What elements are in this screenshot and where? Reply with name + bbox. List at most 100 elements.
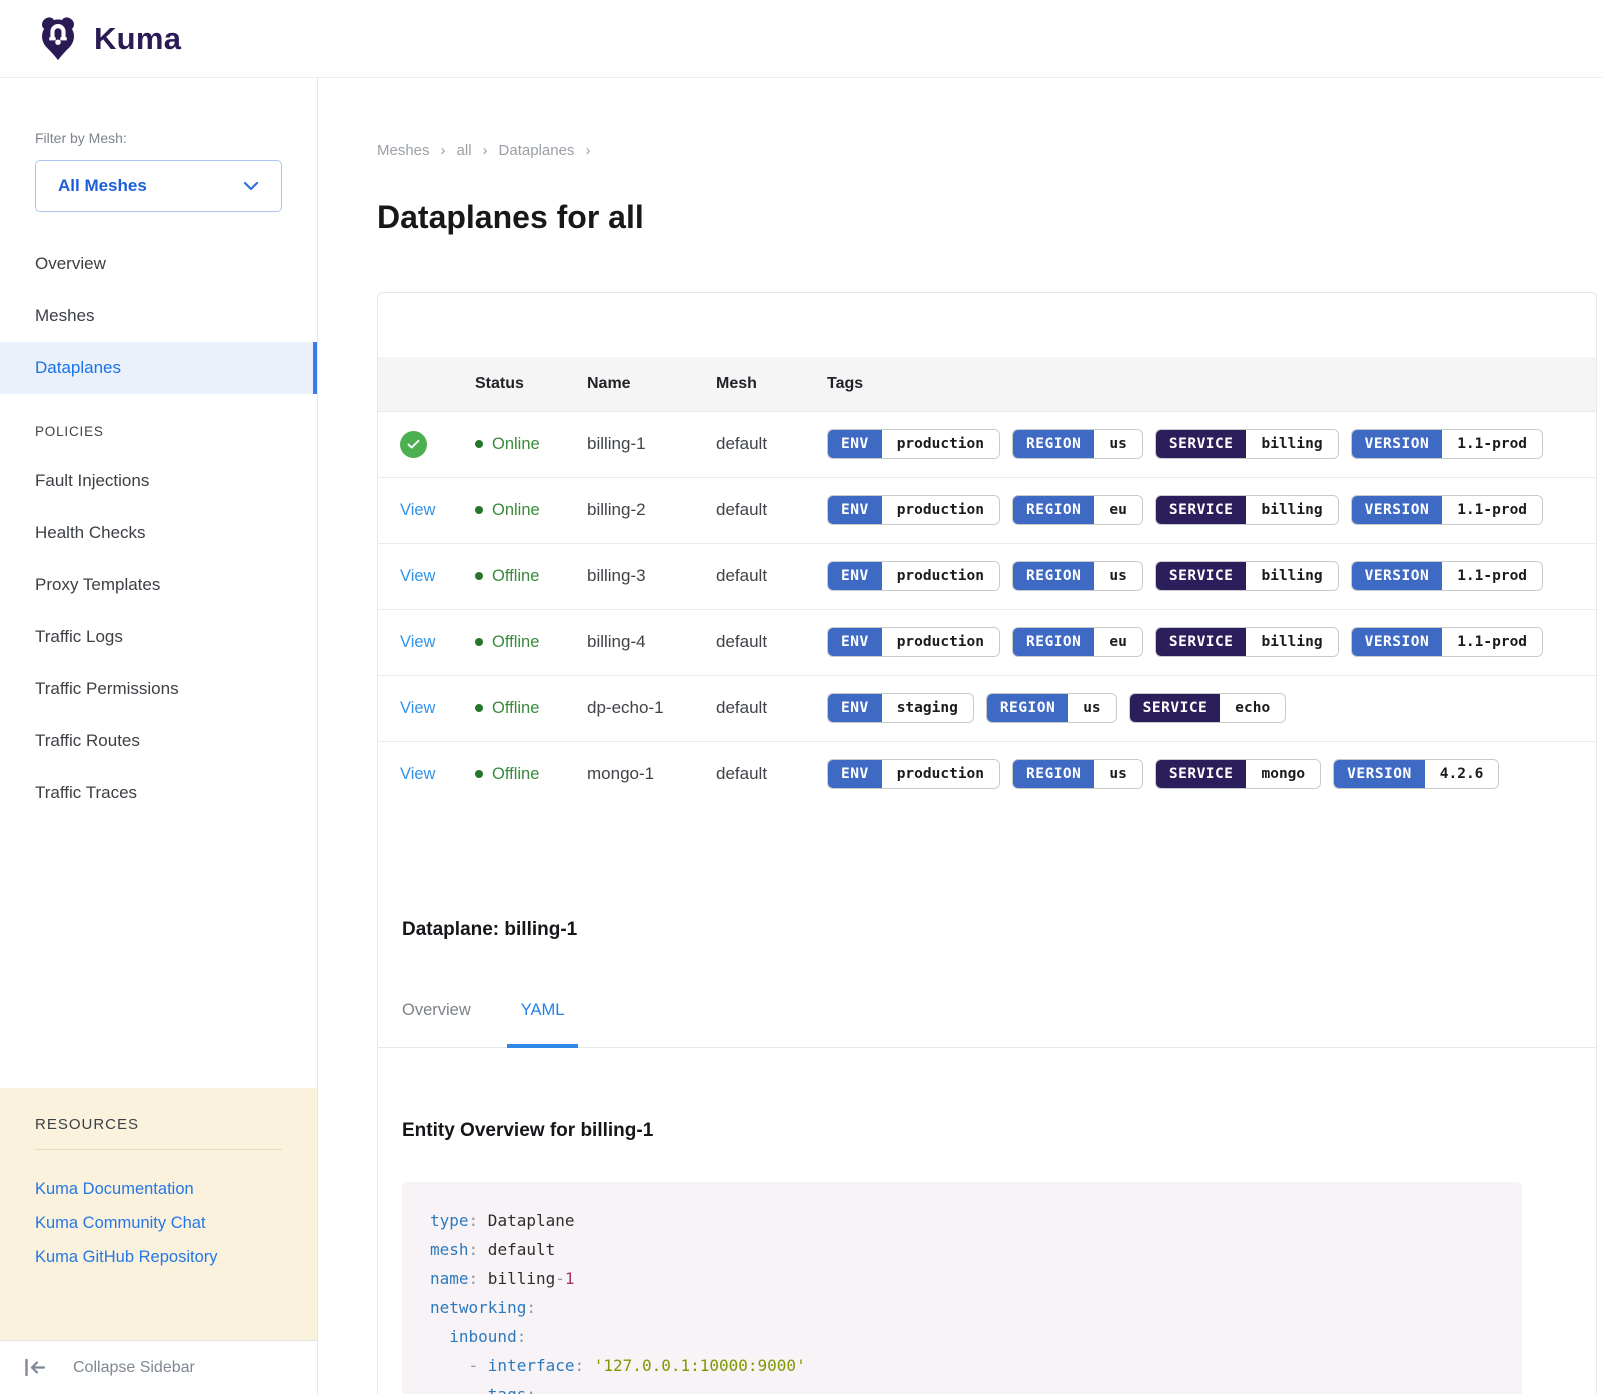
- table-header-action: [378, 357, 475, 411]
- tag-key: SERVICE: [1156, 628, 1247, 656]
- status-label: Offline: [492, 567, 539, 586]
- tag-value: staging: [882, 694, 973, 722]
- tag-key: ENV: [828, 760, 882, 788]
- row-action-cell: View: [378, 675, 475, 741]
- collapse-sidebar-button[interactable]: Collapse Sidebar: [0, 1340, 317, 1394]
- yaml-token: :: [469, 1211, 479, 1230]
- table-header-status: Status: [475, 357, 587, 411]
- row-tags-cell: ENVproductionREGIONeuSERVICEbillingVERSI…: [827, 609, 1596, 675]
- row-tags-cell: ENVproductionREGIONusSERVICEbillingVERSI…: [827, 411, 1596, 477]
- sidebar-item-fault-injections[interactable]: Fault Injections: [0, 455, 317, 507]
- resource-link-kuma-documentation[interactable]: Kuma Documentation: [35, 1172, 282, 1206]
- status-label: Online: [492, 435, 540, 454]
- view-link[interactable]: View: [400, 567, 435, 585]
- filter-by-mesh-label: Filter by Mesh:: [0, 130, 317, 146]
- row-status-cell: Offline: [475, 609, 587, 675]
- tag-value: billing: [1246, 496, 1337, 524]
- resource-link-kuma-github-repository[interactable]: Kuma GitHub Repository: [35, 1240, 282, 1274]
- status-dot-icon: [475, 638, 483, 646]
- page-title: Dataplanes for all: [377, 199, 1602, 236]
- row-mesh-cell: default: [716, 411, 827, 477]
- sidebar-item-traffic-logs[interactable]: Traffic Logs: [0, 611, 317, 663]
- yaml-code-line: tags:: [430, 1380, 1494, 1394]
- tab-yaml[interactable]: YAML: [507, 1001, 579, 1048]
- policies-nav: Fault InjectionsHealth ChecksProxy Templ…: [0, 455, 317, 819]
- dataplane-detail-title: Dataplane: billing-1: [402, 919, 1596, 941]
- tag-value: mongo: [1246, 760, 1320, 788]
- collapse-sidebar-label: Collapse Sidebar: [73, 1359, 195, 1377]
- yaml-token: default: [478, 1240, 555, 1259]
- yaml-token: [430, 1327, 449, 1346]
- status-dot-icon: [475, 572, 483, 580]
- sidebar-item-dataplanes[interactable]: Dataplanes: [0, 342, 317, 394]
- sidebar-item-traffic-traces[interactable]: Traffic Traces: [0, 767, 317, 819]
- status-label: Offline: [492, 633, 539, 652]
- breadcrumb-link[interactable]: Meshes: [377, 142, 430, 159]
- tag-value: us: [1094, 760, 1141, 788]
- row-name-cell: mongo-1: [587, 741, 716, 807]
- tag-pill-region: REGIONus: [1012, 759, 1143, 789]
- row-mesh-cell: default: [716, 543, 827, 609]
- tag-pill-service: SERVICEbilling: [1155, 561, 1339, 591]
- mesh-select[interactable]: All Meshes: [35, 160, 282, 212]
- yaml-code-block: type: Dataplanemesh: defaultname: billin…: [402, 1182, 1522, 1394]
- tag-pill-version: VERSION1.1-prod: [1351, 561, 1543, 591]
- yaml-token: Dataplane: [478, 1211, 574, 1230]
- tag-pill-service: SERVICEbilling: [1155, 495, 1339, 525]
- tag-value: billing: [1246, 430, 1337, 458]
- tag-key: REGION: [1013, 496, 1094, 524]
- table-row: ViewOfflinedp-echo-1defaultENVstagingREG…: [378, 675, 1596, 741]
- yaml-code-line: networking:: [430, 1293, 1494, 1322]
- tag-key: SERVICE: [1156, 562, 1247, 590]
- status-label: Online: [492, 501, 540, 520]
- tag-key: VERSION: [1352, 430, 1443, 458]
- main-content: Meshes›all›Dataplanes› Dataplanes for al…: [318, 78, 1602, 1394]
- dataplanes-card: StatusNameMeshTags Onlinebilling-1defaul…: [377, 292, 1597, 1394]
- view-link[interactable]: View: [400, 633, 435, 651]
- kuma-logo[interactable]: Kuma: [35, 16, 181, 62]
- tag-key: ENV: [828, 562, 882, 590]
- sidebar-item-traffic-routes[interactable]: Traffic Routes: [0, 715, 317, 767]
- tag-pill-service: SERVICEmongo: [1155, 759, 1321, 789]
- yaml-token: inbound: [449, 1327, 516, 1346]
- tag-value: us: [1068, 694, 1115, 722]
- yaml-code-line: - interface: '127.0.0.1:10000:9000': [430, 1351, 1494, 1380]
- yaml-code-line: type: Dataplane: [430, 1206, 1494, 1235]
- tag-key: SERVICE: [1156, 496, 1247, 524]
- tags-list: ENVproductionREGIONusSERVICEbillingVERSI…: [827, 429, 1596, 459]
- view-link[interactable]: View: [400, 501, 435, 519]
- resource-link-kuma-community-chat[interactable]: Kuma Community Chat: [35, 1206, 282, 1240]
- sidebar-item-proxy-templates[interactable]: Proxy Templates: [0, 559, 317, 611]
- tab-overview[interactable]: Overview: [388, 1001, 485, 1048]
- tag-pill-version: VERSION1.1-prod: [1351, 495, 1543, 525]
- sidebar-item-health-checks[interactable]: Health Checks: [0, 507, 317, 559]
- status-label: Offline: [492, 765, 539, 784]
- row-name-cell: billing-3: [587, 543, 716, 609]
- breadcrumb-link[interactable]: all: [457, 142, 472, 159]
- yaml-token: :: [517, 1327, 527, 1346]
- policies-section-label: POLICIES: [0, 424, 317, 439]
- view-link[interactable]: View: [400, 765, 435, 783]
- row-status-cell: Online: [475, 477, 587, 543]
- tag-value: 1.1-prod: [1442, 430, 1542, 458]
- yaml-token: billing: [478, 1269, 555, 1288]
- resources-section: RESOURCES Kuma DocumentationKuma Communi…: [0, 1088, 317, 1340]
- sidebar-item-overview[interactable]: Overview: [0, 238, 317, 290]
- row-tags-cell: ENVstagingREGIONusSERVICEecho: [827, 675, 1596, 741]
- yaml-token: mesh: [430, 1240, 469, 1259]
- view-link[interactable]: View: [400, 699, 435, 717]
- sidebar-item-traffic-permissions[interactable]: Traffic Permissions: [0, 663, 317, 715]
- tags-list: ENVproductionREGIONeuSERVICEbillingVERSI…: [827, 495, 1596, 525]
- breadcrumb-link[interactable]: Dataplanes: [499, 142, 575, 159]
- status-badge: Offline: [475, 765, 587, 784]
- tag-pill-version: VERSION1.1-prod: [1351, 429, 1543, 459]
- resources-section-label: RESOURCES: [35, 1116, 282, 1133]
- tag-key: REGION: [987, 694, 1068, 722]
- tag-pill-service: SERVICEbilling: [1155, 429, 1339, 459]
- sidebar: Filter by Mesh: All Meshes OverviewMeshe…: [0, 78, 318, 1394]
- tag-pill-env: ENVstaging: [827, 693, 974, 723]
- row-mesh-cell: default: [716, 675, 827, 741]
- tag-key: ENV: [828, 430, 882, 458]
- tag-value: us: [1094, 430, 1141, 458]
- sidebar-item-meshes[interactable]: Meshes: [0, 290, 317, 342]
